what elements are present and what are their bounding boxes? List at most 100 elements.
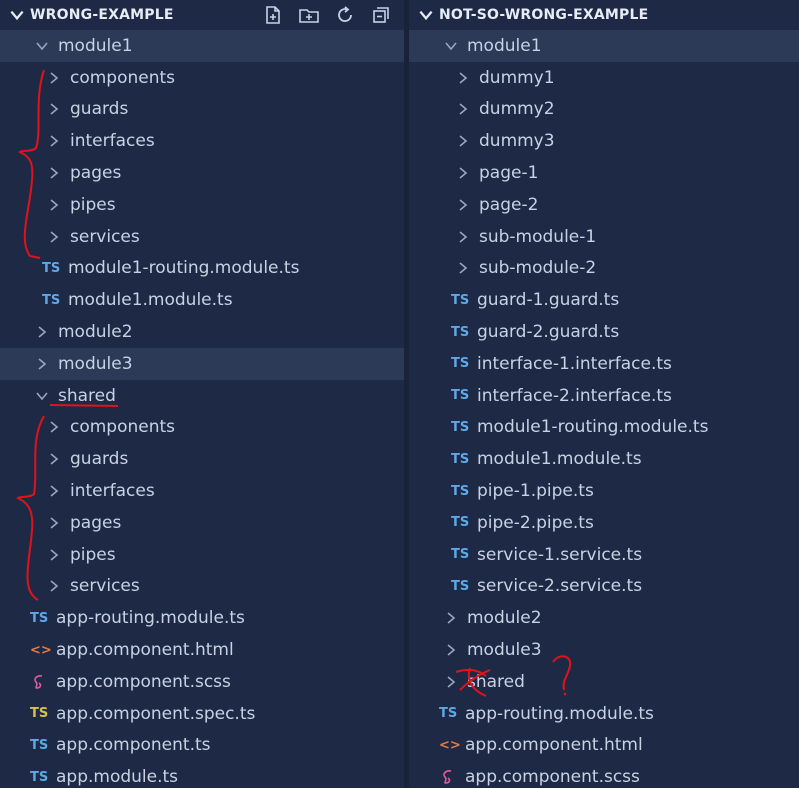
file-row[interactable]: TS module1.module.ts <box>0 284 404 316</box>
chevron-right-icon <box>50 72 59 84</box>
file-row[interactable]: app.component.scss <box>409 761 799 788</box>
ts-file-icon: TS <box>451 292 470 308</box>
chevron-down-icon <box>36 42 48 51</box>
folder-row[interactable]: components <box>0 62 404 94</box>
html-file-icon: <> <box>439 737 461 753</box>
file-row[interactable]: TS app.component.ts <box>0 730 404 762</box>
folder-row[interactable]: services <box>0 571 404 603</box>
ts-file-icon: TS <box>439 706 458 722</box>
folder-row[interactable]: page-2 <box>409 189 799 221</box>
chevron-right-icon <box>50 517 59 529</box>
file-row[interactable]: <> app.component.html <box>0 634 404 666</box>
file-label: service-2.service.ts <box>477 576 643 597</box>
file-row[interactable]: TS service-1.service.ts <box>409 539 799 571</box>
folder-row[interactable]: module1 <box>409 30 799 62</box>
folder-label: components <box>70 67 176 88</box>
folder-row[interactable]: pages <box>0 507 404 539</box>
chevron-right-icon <box>50 580 59 593</box>
folder-row[interactable]: guards <box>0 94 404 126</box>
file-row[interactable]: TS guard-2.guard.ts <box>409 316 799 348</box>
file-label: app.component.ts <box>56 735 211 756</box>
file-row[interactable]: TS interface-1.interface.ts <box>409 348 799 380</box>
folder-row[interactable]: pages <box>0 157 404 189</box>
file-row[interactable]: TS module1-routing.module.ts <box>0 253 404 285</box>
file-row[interactable]: app.component.scss <box>0 666 404 698</box>
folder-row[interactable]: pipes <box>0 539 404 571</box>
file-label: app.component.html <box>465 735 643 756</box>
folder-label: module2 <box>58 322 133 343</box>
folder-label: sub-module-1 <box>479 226 597 247</box>
file-label: app-routing.module.ts <box>56 608 245 629</box>
ts-file-icon: TS <box>451 324 470 340</box>
file-row[interactable]: <> app.component.html <box>409 730 799 762</box>
file-row[interactable]: TS app.module.ts <box>0 761 404 788</box>
file-row[interactable]: TS app.component.spec.ts <box>0 698 404 730</box>
folder-row[interactable]: page-1 <box>409 157 799 189</box>
file-label: pipe-1.pipe.ts <box>477 481 594 502</box>
file-row[interactable]: TS interface-2.interface.ts <box>409 380 799 412</box>
file-row[interactable]: TS guard-1.guard.ts <box>409 284 799 316</box>
chevron-right-icon <box>50 103 59 116</box>
folder-row[interactable]: services <box>0 221 404 253</box>
file-label: interface-2.interface.ts <box>477 385 672 406</box>
folder-row[interactable]: shared <box>0 380 404 412</box>
folder-row[interactable]: module3 <box>0 347 404 380</box>
folder-row[interactable]: sub-module-2 <box>409 253 799 285</box>
explorer-header-right[interactable]: NOT-SO-WRONG-EXAMPLE <box>409 0 799 30</box>
folder-row[interactable]: dummy1 <box>409 62 799 94</box>
collapse-all-icon[interactable] <box>370 4 392 26</box>
explorer-header-left[interactable]: WRONG-EXAMPLE <box>0 0 404 30</box>
folder-label: pipes <box>70 544 116 565</box>
folder-label: guards <box>70 449 129 470</box>
folder-label: components <box>70 417 176 438</box>
folder-label: page-2 <box>479 194 539 215</box>
ts-file-icon: TS <box>451 578 470 594</box>
file-tree-right: module1 dummy1 dummy2 dummy3 page-1 page-2 sub… <box>409 30 799 788</box>
chevron-right-icon <box>50 135 59 147</box>
chevron-right-icon <box>447 676 456 688</box>
file-label: app.component.scss <box>465 767 640 788</box>
chevron-right-icon <box>459 72 468 84</box>
folder-row[interactable]: module1 <box>0 30 404 62</box>
new-file-icon[interactable] <box>262 4 284 26</box>
ts-file-icon: TS <box>451 483 470 499</box>
folder-row[interactable]: dummy3 <box>409 125 799 157</box>
folder-label: interfaces <box>70 131 155 152</box>
folder-row[interactable]: interfaces <box>0 125 404 157</box>
folder-row[interactable]: module2 <box>409 602 799 634</box>
file-row[interactable]: TS service-2.service.ts <box>409 571 799 603</box>
folder-row[interactable]: pipes <box>0 189 404 221</box>
folder-label: shared <box>467 671 525 692</box>
file-tree-left: module1 components guards interfaces pages pi… <box>0 30 404 788</box>
file-row[interactable]: TS module1.module.ts <box>409 443 799 475</box>
folder-row[interactable]: guards <box>0 443 404 475</box>
new-folder-icon[interactable] <box>298 4 320 26</box>
file-row[interactable]: TS module1-routing.module.ts <box>409 412 799 444</box>
scss-file-icon <box>443 770 452 785</box>
file-row[interactable]: TS app-routing.module.ts <box>0 602 404 634</box>
folder-label: interfaces <box>70 481 155 502</box>
folder-row[interactable]: module3 <box>409 634 799 666</box>
file-row[interactable]: TS app-routing.module.ts <box>409 698 799 730</box>
folder-label: page-1 <box>479 163 539 184</box>
folder-label: module1 <box>467 35 542 56</box>
chevron-right-icon <box>50 453 59 465</box>
folder-row[interactable]: components <box>0 412 404 444</box>
chevron-right-icon <box>50 549 59 561</box>
refresh-icon[interactable] <box>334 4 356 26</box>
chevron-right-icon <box>50 199 59 211</box>
ts-file-icon: TS <box>30 769 49 785</box>
ts-file-icon: TS <box>451 451 470 467</box>
chevron-down-icon <box>445 42 457 51</box>
file-label: interface-1.interface.ts <box>477 353 672 374</box>
folder-row[interactable]: module2 <box>0 316 404 348</box>
folder-row[interactable]: interfaces <box>0 475 404 507</box>
folder-label: pipes <box>70 194 116 215</box>
file-row[interactable]: TS pipe-1.pipe.ts <box>409 475 799 507</box>
folder-row[interactable]: dummy2 <box>409 94 799 126</box>
folder-row[interactable]: sub-module-1 <box>409 221 799 253</box>
file-row[interactable]: TS pipe-2.pipe.ts <box>409 507 799 539</box>
folder-label: dummy2 <box>479 99 555 120</box>
folder-label: dummy1 <box>479 67 555 88</box>
folder-row[interactable]: shared <box>409 666 799 698</box>
